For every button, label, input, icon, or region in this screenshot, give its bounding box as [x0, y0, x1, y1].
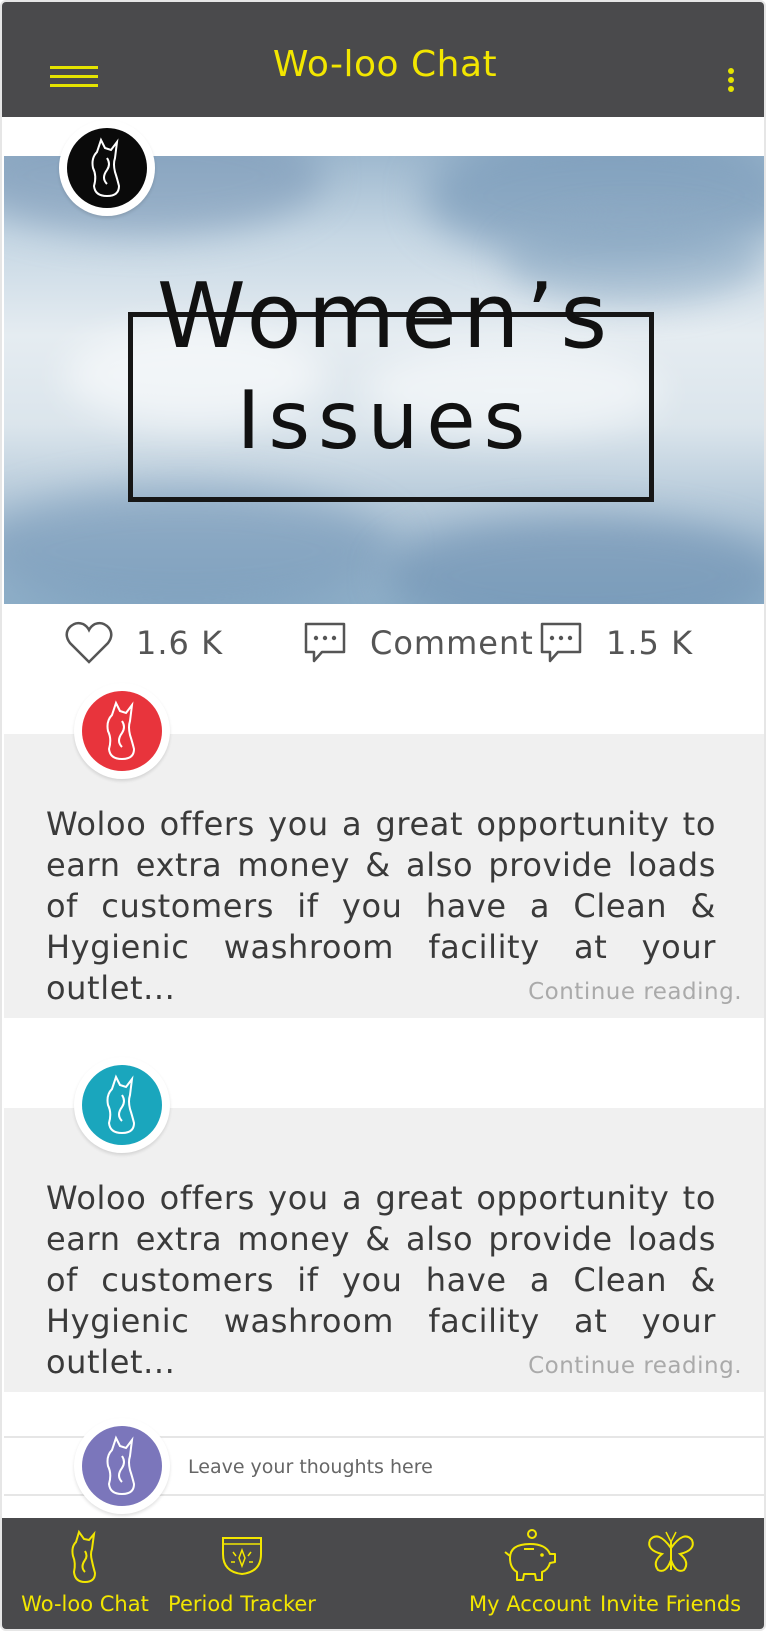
nav-item-period-tracker[interactable]: Period Tracker [167, 1518, 317, 1629]
post-actions: 1.6 K Comment 1.5 K [2, 606, 764, 686]
nav-item-woloo-chat[interactable]: Wo-loo Chat [20, 1518, 150, 1629]
comment-button[interactable]: Comment [302, 620, 534, 666]
continue-reading-link[interactable]: Continue reading. [528, 979, 742, 1005]
hero-title: Women’s [156, 264, 614, 369]
like-button[interactable]: 1.6 K [64, 620, 223, 666]
more-options-icon[interactable] [725, 68, 737, 94]
hero-subtitle: Issues [236, 374, 534, 467]
period-icon [222, 1537, 262, 1576]
continue-reading-link[interactable]: Continue reading. [528, 1353, 742, 1379]
thought-input[interactable] [188, 1450, 748, 1484]
avatar[interactable] [74, 1418, 170, 1514]
avatar[interactable] [59, 120, 155, 216]
app-frame: Wo-loo Chat Women’s Issues 1.6 K Comment… [0, 0, 766, 1631]
nav-label: Period Tracker [168, 1592, 316, 1616]
nav-item-my-account[interactable]: My Account [468, 1518, 592, 1629]
nav-label: Wo-loo Chat [21, 1592, 149, 1616]
heart-icon [65, 621, 113, 664]
app-header: Wo-loo Chat [2, 2, 764, 117]
cat-icon [71, 1529, 97, 1584]
avatar[interactable] [74, 683, 170, 779]
comments-count-button[interactable]: 1.5 K [538, 620, 693, 666]
bottom-nav: Wo-loo Chat Period Tracker My Account In… [2, 1518, 764, 1629]
cat-icon [91, 137, 121, 198]
nav-label: Invite Friends [600, 1592, 742, 1616]
comment-count: 1.5 K [606, 624, 694, 662]
comment-icon [540, 622, 582, 663]
nav-item-invite-friends[interactable]: Invite Friends [600, 1518, 742, 1629]
like-count: 1.6 K [136, 624, 224, 662]
cat-icon [106, 1435, 136, 1496]
avatar[interactable] [74, 1057, 170, 1153]
cat-icon [106, 700, 136, 761]
comment-icon [304, 622, 346, 663]
nav-label: My Account [468, 1592, 591, 1616]
cat-icon [106, 1074, 136, 1135]
hero-image[interactable]: Women’s Issues [4, 156, 764, 604]
page-title: Wo-loo Chat [272, 44, 498, 85]
piggy-bank-icon [504, 1529, 556, 1581]
comment-label: Comment [370, 624, 534, 662]
butterfly-icon [648, 1531, 694, 1572]
